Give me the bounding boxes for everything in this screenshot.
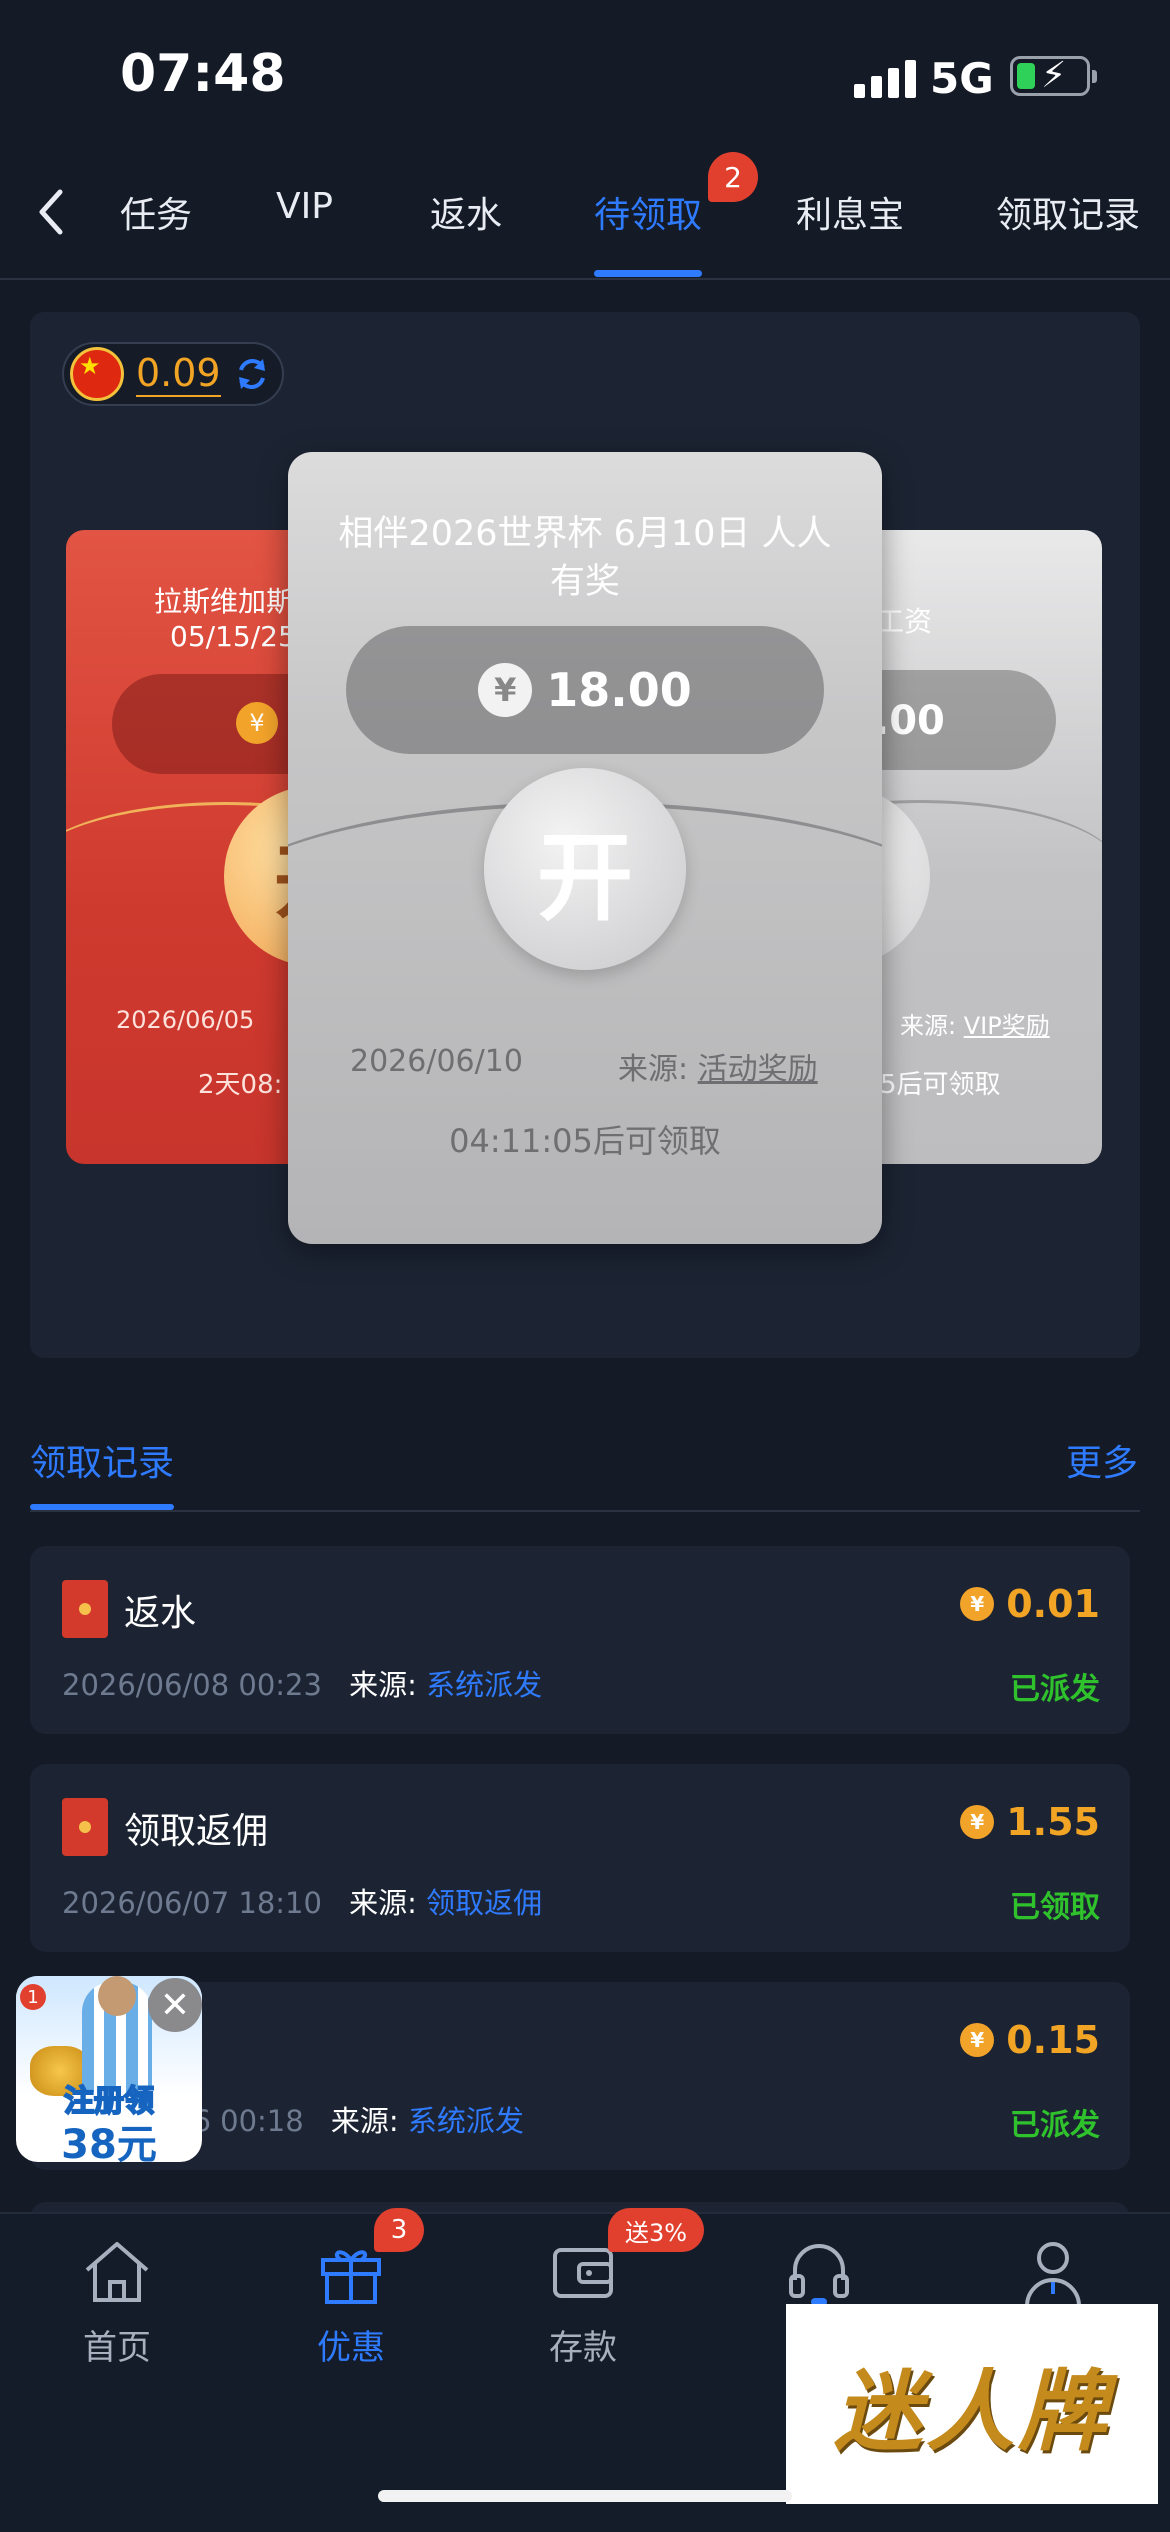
refresh-icon[interactable] [233,355,271,393]
active-tab-indicator [594,270,702,277]
source-label: 来源: [618,1052,689,1087]
status-time: 07:48 [120,44,286,104]
records-title-indicator [30,1504,174,1510]
records-title[interactable]: 领取记录 [30,1434,174,1486]
envelope-source: 来源: 活动奖励 [618,1044,818,1088]
record-meta: 2026/06/08 00:23 来源: 系统派发 [62,1662,542,1704]
source-label: 来源: [349,1886,417,1920]
nav-deposit[interactable]: 存款 [508,2232,658,2392]
record-source: 系统派发 [407,2104,524,2138]
record-item[interactable]: 返水 2026/06/08 00:23 来源: 系统派发 ¥ 0.01 已派发 [30,1546,1130,1734]
yuan-coin-icon: ¥ [478,663,533,717]
envelope-countdown: 5后可领取 [880,1070,1001,1100]
record-datetime: 2026/06/08 00:23 [62,1668,322,1702]
promo-badge: 1 [20,1984,46,2010]
profile-icon [1025,2242,1081,2307]
tab-interest[interactable]: 利息宝 [796,186,904,238]
record-item[interactable]: 领取返佣 2026/06/07 18:10 来源: 领取返佣 ¥ 1.55 已领… [30,1764,1130,1952]
record-amount: 0.01 [1006,1582,1100,1626]
back-arrow-icon[interactable] [30,182,70,242]
balance-value: 0.09 [136,351,221,397]
source-label: 来源: [900,1012,957,1040]
yuan-coin-icon: ¥ [960,1805,995,1839]
balance-pill[interactable]: ★ 0.09 [62,342,284,406]
nav-label: 存款 [549,2328,617,2368]
source-label: 来源: [330,2104,399,2138]
open-envelope-button[interactable]: 开 [484,768,686,970]
red-envelope-card-center[interactable]: 相伴2026世界杯 6月10日 人人有奖 ¥ 18.00 开 2026/06/1… [288,452,882,1244]
tab-claim-history[interactable]: 领取记录 [996,186,1140,238]
envelope-title: 工资 [876,605,933,638]
record-source: 系统派发 [426,1668,543,1702]
promo-line2: 38元 [61,2122,157,2162]
divider [0,278,1170,280]
record-name: 领取返佣 [124,1811,269,1852]
tab-pending[interactable]: 待领取 [594,186,702,238]
divider [30,1510,1140,1512]
nav-label: 优惠 [317,2328,385,2368]
record-source: 领取返佣 [426,1886,543,1920]
china-flag-icon: ★ [70,347,124,401]
record-status: 已派发 [1010,1672,1100,1707]
source-link[interactable]: VIP奖励 [964,1012,1050,1040]
network-type: 5G [930,54,994,103]
yuan-coin-icon: ¥ [236,702,278,744]
envelope-date: 2026/06/10 [350,1044,523,1079]
records-more-link[interactable]: 更多 [1066,1434,1138,1486]
envelope-amount: 18.00 [546,663,692,717]
headset-icon [789,2244,849,2306]
watermark-text: 迷人牌 [833,2358,1110,2463]
record-status: 已派发 [1010,2108,1100,2143]
close-icon[interactable]: ✕ [148,1978,202,2032]
player-head [98,1976,136,2016]
envelope-date: 2026/06/05 [116,1006,255,1034]
nav-promotions-badge: 3 [374,2208,424,2252]
yuan-coin-icon: ¥ [960,2023,995,2057]
tab-pending-badge: 2 [708,152,758,202]
red-envelope-card-left[interactable]: 拉斯维加斯 05/15/25 ¥ 开 2026/06/05 2天08: [66,530,326,1164]
cellular-signal-icon [854,56,916,98]
record-status: 已领取 [1010,1890,1100,1925]
envelope-amount: .00 [874,698,945,744]
source-link[interactable]: 活动奖励 [698,1052,818,1087]
record-amount: 1.55 [1006,1800,1100,1844]
record-amount: 0.15 [1006,2018,1100,2062]
tab-task[interactable]: 任务 [120,186,192,238]
nav-home[interactable]: 首页 [42,2232,192,2392]
envelope-countdown: 2天08: [198,1070,283,1100]
nav-promotions[interactable]: 优惠 [276,2232,426,2392]
record-name: 返水 [124,1593,197,1634]
watermark-logo: 迷人牌 [786,2304,1158,2504]
home-indicator[interactable] [378,2490,792,2502]
record-meta: 2026/06/07 18:10 来源: 领取返佣 [62,1880,542,1922]
red-envelope-icon [62,1798,108,1856]
envelope-amount-pill: ¥ 18.00 [346,626,824,754]
home-icon [85,2242,149,2302]
source-label: 来源: [349,1668,417,1702]
envelope-title: 拉斯维加斯 [154,585,295,618]
battery-charging-icon: ⚡ [1010,55,1097,96]
tab-rebate[interactable]: 返水 [430,186,502,238]
envelope-countdown: 04:11:05后可领取 [449,1122,721,1160]
tab-vip[interactable]: VIP [276,186,333,227]
envelope-title: 相伴2026世界杯 6月10日 人人有奖 [338,514,832,602]
record-meta: 06 00:18 来源: 系统派发 [174,2098,524,2140]
envelope-source: 来源: VIP奖励 [900,1006,1050,1041]
yuan-coin-icon: ¥ [960,1587,995,1621]
record-datetime: 2026/06/07 18:10 [62,1886,322,1920]
nav-label: 首页 [83,2328,151,2368]
envelope-subtitle: 05/15/25 [170,620,296,653]
red-envelope-icon [62,1580,108,1638]
nav-deposit-badge: 送3% [608,2208,704,2252]
